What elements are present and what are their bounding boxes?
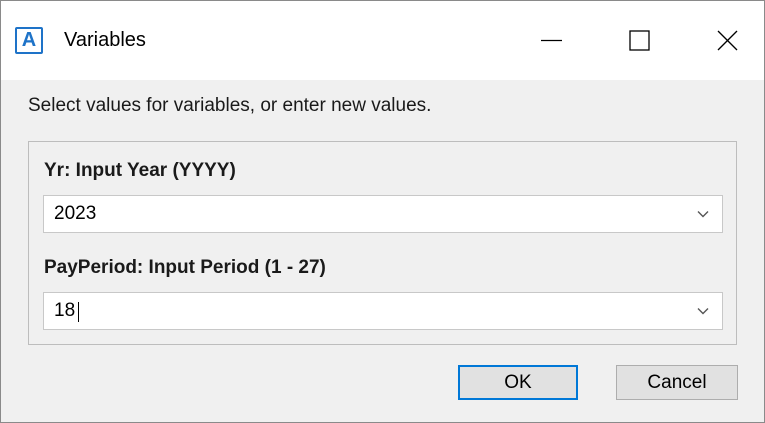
window-title: Variables (64, 29, 146, 51)
close-icon (717, 30, 738, 51)
year-dropdown-button[interactable] (684, 196, 722, 232)
close-button[interactable] (692, 1, 762, 80)
maximize-button[interactable] (604, 1, 674, 80)
ok-button[interactable]: OK (458, 365, 578, 400)
chevron-down-icon (697, 211, 709, 218)
year-field-label: Yr: Input Year (YYYY) (44, 160, 236, 181)
instruction-text: Select values for variables, or enter ne… (28, 95, 432, 116)
variables-dialog: A Variables Select values for variables,… (0, 0, 765, 423)
app-a-icon: A (15, 27, 43, 54)
pay-period-dropdown-button[interactable] (684, 293, 722, 329)
variables-group: Yr: Input Year (YYYY) PayPeriod: Input P… (28, 141, 737, 345)
minimize-button[interactable] (516, 1, 586, 80)
text-cursor (78, 302, 79, 322)
minimize-icon (541, 39, 562, 42)
maximize-icon (629, 30, 650, 51)
year-input[interactable] (44, 196, 684, 232)
cancel-button[interactable]: Cancel (616, 365, 738, 400)
title-bar[interactable]: A Variables (1, 1, 764, 80)
pay-period-input[interactable] (44, 293, 684, 329)
pay-period-combobox[interactable] (43, 292, 723, 330)
pay-period-field-label: PayPeriod: Input Period (1 - 27) (44, 257, 326, 278)
chevron-down-icon (697, 308, 709, 315)
year-combobox[interactable] (43, 195, 723, 233)
